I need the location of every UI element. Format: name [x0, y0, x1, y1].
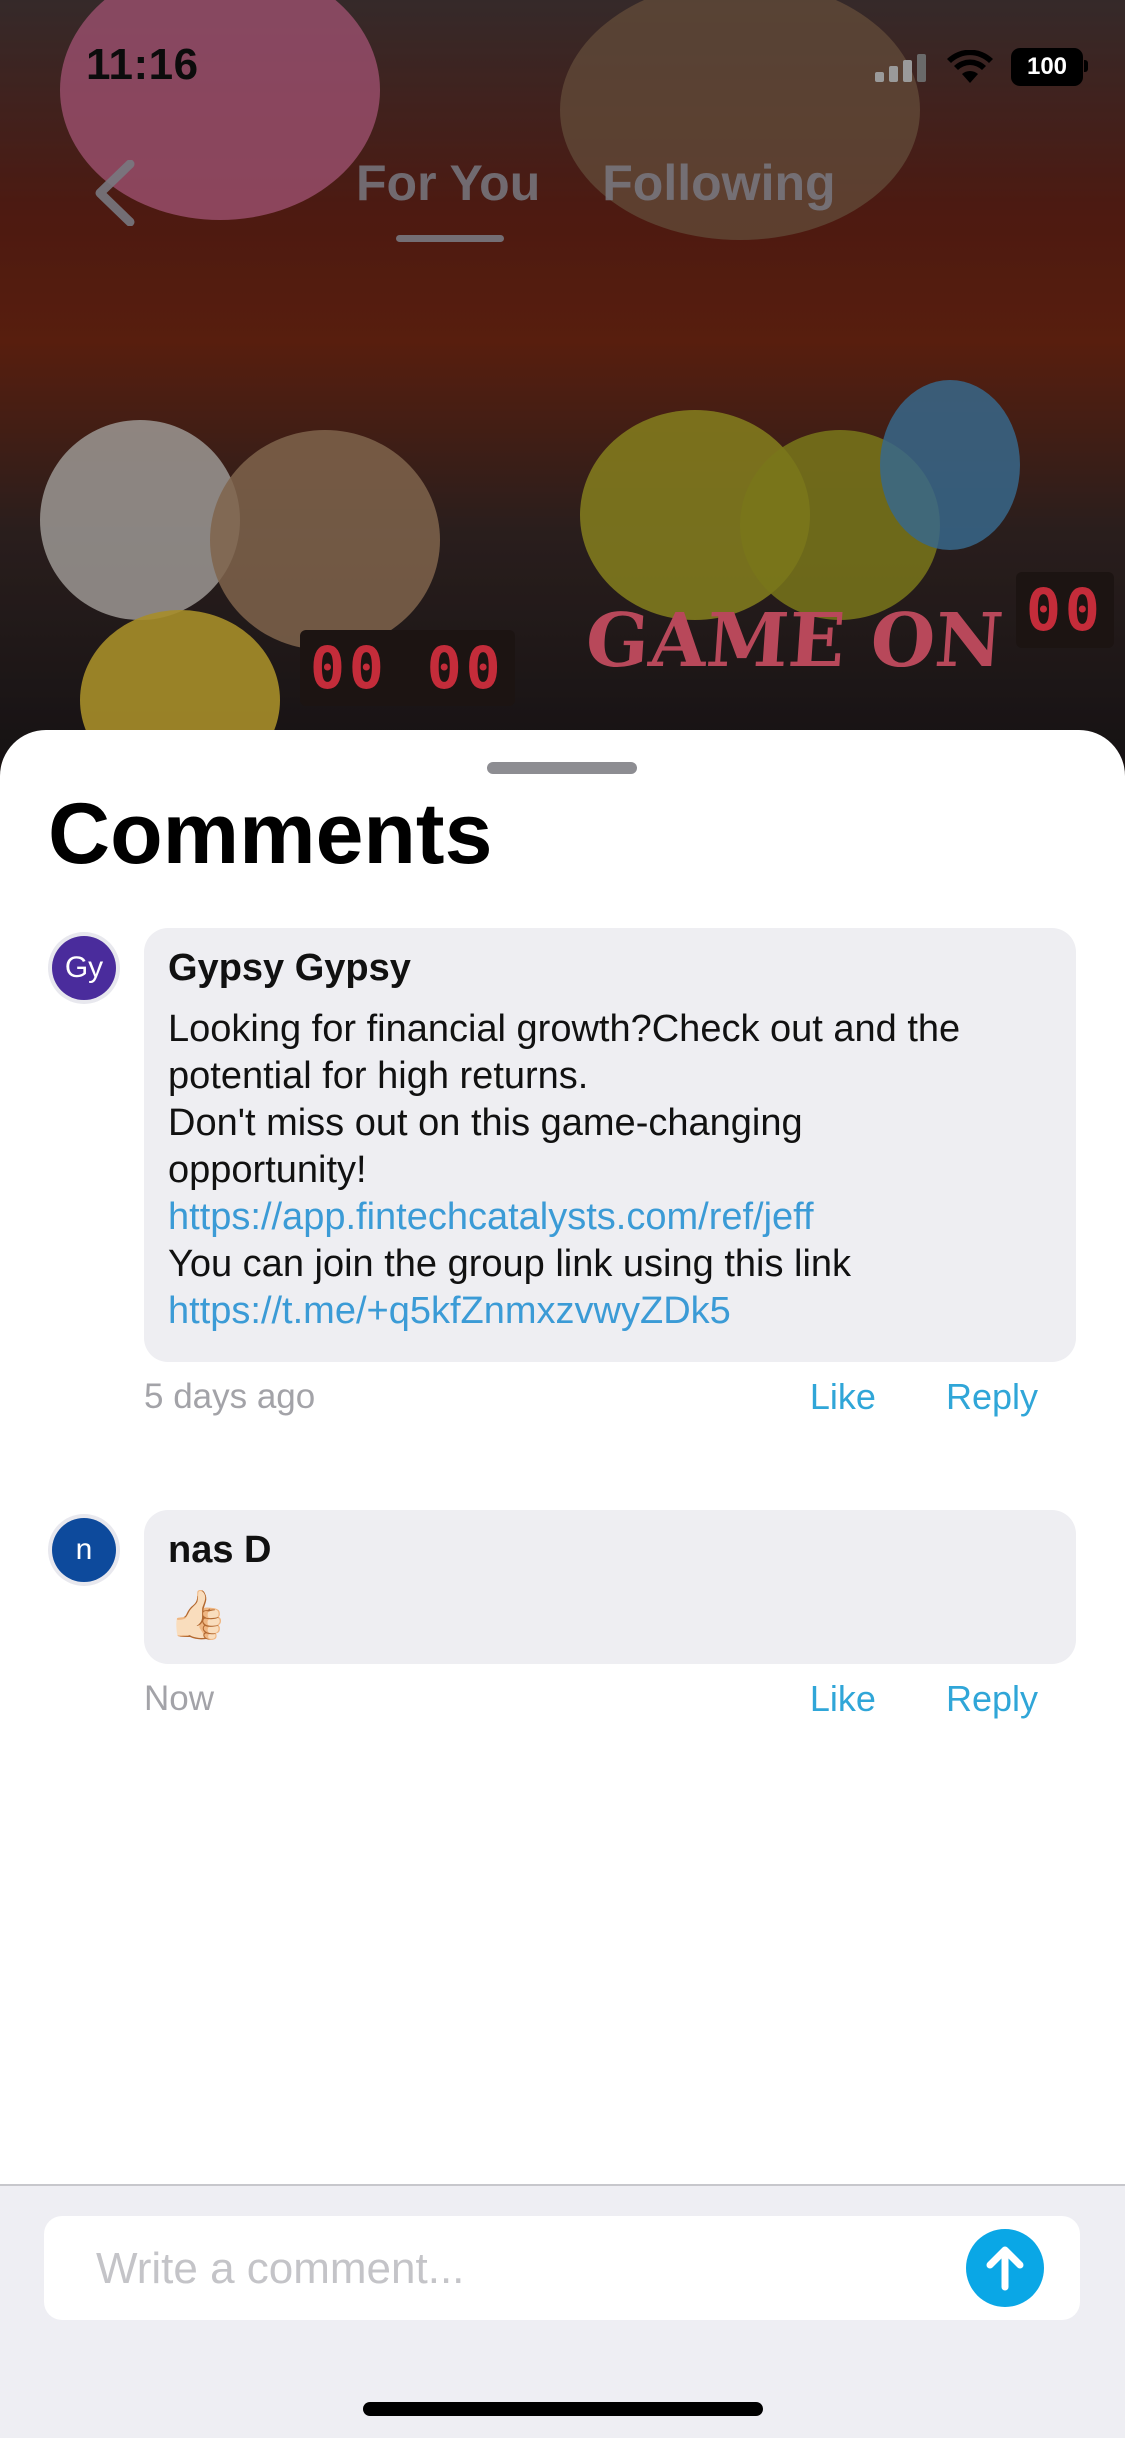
comment-text-line: potential for high returns. [168, 1055, 589, 1097]
comment-author: Gypsy Gypsy [168, 947, 411, 989]
comment-text-line: Looking for financial growth?Check out a… [168, 1008, 961, 1050]
comment-meta: 5 days ago Like Reply [144, 1376, 1076, 1418]
machine-counter-right: 00 [1016, 572, 1114, 648]
tab-for-you[interactable]: For You [356, 154, 540, 242]
avatar-initials: Gy [64, 951, 104, 984]
comment-link[interactable]: https://t.me/+q5kfZnmxzvwyZDk5 [168, 1288, 1052, 1335]
comment-text-line: Don't miss out on this game-changing [168, 1102, 803, 1144]
comment-composer [0, 2184, 1125, 2438]
comment-text-line: You can join the group link using this l… [168, 1243, 852, 1285]
tab-following[interactable]: Following [602, 154, 835, 212]
comment-timestamp: 5 days ago [144, 1377, 316, 1416]
reply-button[interactable]: Reply [946, 1678, 1038, 1720]
like-button[interactable]: Like [810, 1678, 876, 1720]
chevron-left-icon [95, 159, 135, 227]
home-indicator [363, 2402, 763, 2416]
machine-counter-left: 00 00 [300, 630, 515, 706]
comment-input[interactable] [94, 2238, 938, 2300]
comment-text-line: opportunity! [168, 1149, 367, 1191]
arrow-up-icon [986, 2246, 1024, 2291]
avatar-initials: n [75, 1533, 93, 1566]
comment-bubble: Gypsy Gypsy Looking for financial growth… [144, 928, 1076, 1362]
comment-timestamp: Now [144, 1679, 215, 1718]
machine-sign: GAME ON [582, 598, 1006, 684]
comment-author: nas D [168, 1529, 272, 1571]
feed-tabs: For You Following [356, 154, 836, 242]
avatar[interactable]: Gy [52, 936, 116, 1000]
sheet-title: Comments [48, 786, 493, 882]
battery-icon: 100 [1011, 48, 1088, 86]
reply-button[interactable]: Reply [946, 1376, 1038, 1418]
video-background: 00 00 00 GAME ON 11:16 100 For You Follo… [0, 0, 1125, 760]
like-button[interactable]: Like [810, 1376, 876, 1418]
comment-link[interactable]: https://app.fintechcatalysts.com/ref/jef… [168, 1194, 1052, 1241]
status-indicators: 100 [875, 48, 1088, 86]
comments-sheet: Comments Gy Gypsy Gypsy Looking for fina… [0, 730, 1125, 2436]
comment-input-container [44, 2216, 1080, 2320]
cellular-signal-icon [875, 54, 926, 82]
send-button[interactable] [966, 2229, 1044, 2307]
comment-bubble: nas D 👍🏻 [144, 1510, 1076, 1664]
avatar[interactable]: n [52, 1518, 116, 1582]
wifi-icon [947, 50, 993, 83]
back-button[interactable] [92, 159, 136, 231]
comment-meta: Now Like Reply [144, 1678, 1076, 1720]
status-time: 11:16 [86, 40, 199, 89]
thumbs-up-emoji: 👍🏻 [168, 1589, 228, 1642]
sheet-grabber[interactable] [487, 762, 637, 774]
